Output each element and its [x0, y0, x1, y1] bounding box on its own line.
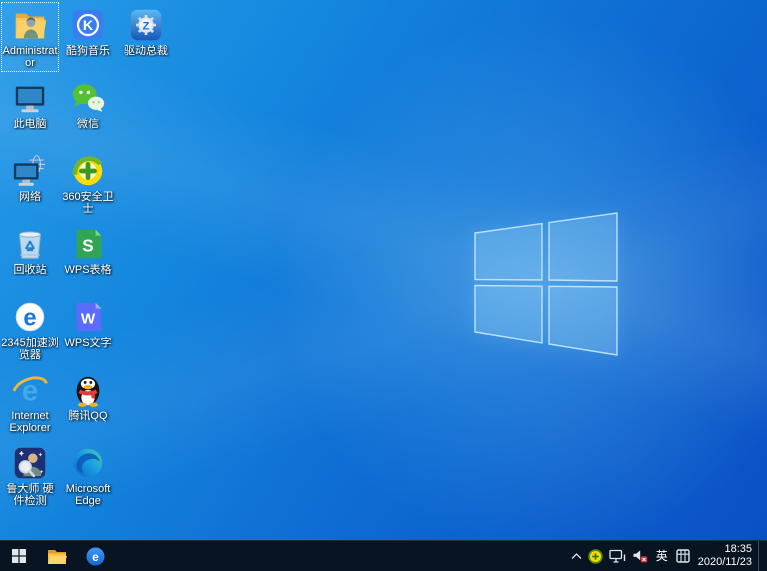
tencent-qq-icon — [69, 371, 107, 409]
show-desktop-button[interactable] — [758, 541, 764, 571]
360-safe-icon — [69, 152, 107, 190]
desktop-icon-recycle-bin[interactable]: 回收站 — [1, 221, 59, 291]
shield-360-icon[interactable] — [585, 541, 606, 571]
svg-text:W: W — [81, 311, 96, 328]
desktop-icon-ludashi[interactable]: 鲁大师 硬件检测 — [1, 440, 59, 510]
desktop-icon-label: 酷狗音乐 — [59, 45, 117, 57]
desktop-icon-label: 回收站 — [1, 264, 59, 276]
desktop-icon-label: 鲁大师 硬件检测 — [1, 483, 59, 507]
taskbar-browser-e-button[interactable]: e — [76, 541, 114, 571]
svg-text:S: S — [82, 237, 93, 256]
chevron-up-icon[interactable] — [568, 541, 585, 571]
network-tray-icon[interactable] — [606, 541, 629, 571]
this-pc-icon — [11, 79, 49, 117]
desktop-icon-360-safe[interactable]: 360安全卫士 — [59, 148, 117, 218]
svg-text:e: e — [23, 305, 36, 332]
file-explorer-icon — [47, 548, 67, 564]
desktop-icon-label: Administrator — [1, 45, 59, 69]
tray-icons — [568, 541, 651, 571]
desktop-icon-driver-zongcai[interactable]: Z 驱动总裁 — [117, 2, 175, 72]
internet-explorer-icon: e — [11, 371, 49, 409]
start-button[interactable] — [0, 541, 38, 571]
wechat-icon — [69, 79, 107, 117]
desktop-icon-network[interactable]: 网络 — [1, 148, 59, 218]
desktop-icon-kugou-music[interactable]: K 酷狗音乐 — [59, 2, 117, 72]
network-icon — [11, 152, 49, 190]
2345-browser-icon: e — [11, 298, 49, 336]
taskbar-buttons: e — [0, 541, 114, 571]
svg-text:K: K — [83, 18, 94, 34]
administrator-icon — [11, 6, 49, 44]
microsoft-edge-icon — [69, 444, 107, 482]
desktop-icon-label: Microsoft Edge — [59, 483, 117, 507]
desktop-icon-label: WPS表格 — [59, 264, 117, 276]
desktop-icon-internet-explorer[interactable]: eInternet Explorer — [1, 367, 59, 437]
desktop-icon-label: 微信 — [59, 118, 117, 130]
desktop-icon-label: 腾讯QQ — [59, 410, 117, 422]
ime-grid-icon[interactable] — [673, 541, 693, 571]
desktop-icon-microsoft-edge[interactable]: Microsoft Edge — [59, 440, 117, 510]
clock[interactable]: 18:35 2020/11/23 — [693, 543, 758, 569]
desktop-icon-tencent-qq[interactable]: 腾讯QQ — [59, 367, 117, 437]
desktop-icon-label: 360安全卫士 — [59, 191, 117, 215]
clock-time: 18:35 — [698, 543, 752, 556]
desktop-icon-label: Internet Explorer — [1, 410, 59, 434]
wps-doc-icon: W — [69, 298, 107, 336]
desktop-icon-label: 网络 — [1, 191, 59, 203]
driver-zongcai-icon: Z — [127, 6, 165, 44]
desktop-icon-wechat[interactable]: 微信 — [59, 75, 117, 145]
desktop-icon-wps-doc[interactable]: W WPS文字 — [59, 294, 117, 364]
clock-date: 2020/11/23 — [698, 556, 752, 569]
recycle-bin-icon — [11, 225, 49, 263]
volume-muted-icon[interactable] — [629, 541, 651, 571]
desktop-icon-this-pc[interactable]: 此电脑 — [1, 75, 59, 145]
language-indicator[interactable]: 英 — [651, 541, 673, 571]
desktop-icon-2345-browser[interactable]: e 2345加速浏览器 — [1, 294, 59, 364]
kugou-music-icon: K — [69, 6, 107, 44]
desktop-icon-administrator[interactable]: Administrator — [1, 2, 59, 72]
svg-text:Z: Z — [143, 20, 150, 32]
windows-logo — [470, 205, 630, 365]
desktop-icon-label: 2345加速浏览器 — [1, 337, 59, 361]
taskbar: e 英 18:35 2020/11/23 — [0, 540, 767, 571]
windows-desktop: Administrator K 酷狗音乐 Z 驱动总裁此电脑微信网络360安全卫士回收站… — [0, 0, 767, 571]
ludashi-icon — [11, 444, 49, 482]
wps-sheet-icon: S — [69, 225, 107, 263]
taskbar-file-explorer-button[interactable] — [38, 541, 76, 571]
svg-text:e: e — [92, 550, 99, 564]
windows-start-icon — [11, 548, 27, 564]
desktop-icon-label: WPS文字 — [59, 337, 117, 349]
desktop-icon-label: 此电脑 — [1, 118, 59, 130]
desktop-icon-wps-sheet[interactable]: S WPS表格 — [59, 221, 117, 291]
system-tray: 英 18:35 2020/11/23 — [568, 541, 767, 571]
desktop-icon-label: 驱动总裁 — [117, 45, 175, 57]
browser-e-icon: e — [86, 547, 105, 566]
